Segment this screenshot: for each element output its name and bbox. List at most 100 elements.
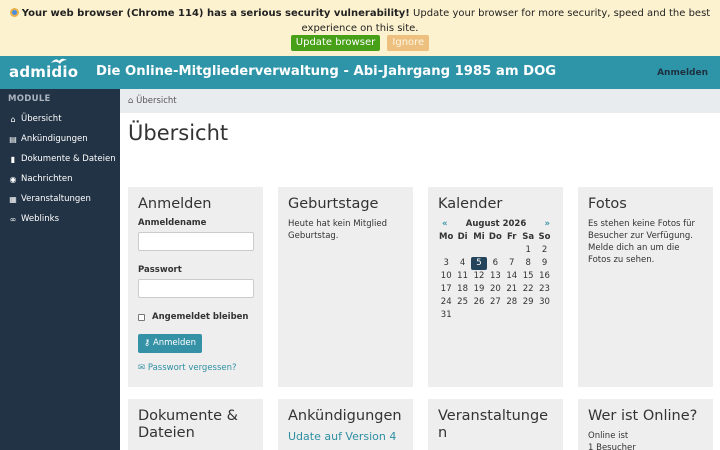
calendar-day[interactable]: 1 (520, 244, 536, 257)
calendar-day[interactable]: 19 (471, 283, 487, 296)
sidebar-item-veranstaltungen[interactable]: ▦ Veranstaltungen (0, 189, 120, 209)
breadcrumb-item[interactable]: Übersicht (136, 96, 177, 106)
sidebar-item-ankuendigungen[interactable]: ▤ Ankündigungen (0, 129, 120, 149)
calendar-day[interactable]: 21 (504, 283, 520, 296)
comments-icon: ◉ (9, 174, 17, 184)
online-line-2: 1 Besucher (588, 443, 636, 450)
home-icon: ⌂ (10, 114, 16, 124)
calendar-day[interactable]: 14 (504, 270, 520, 283)
calendar-day[interactable]: 17 (438, 283, 454, 296)
photos-text: Es stehen keine Fotos für Besucher zur V… (588, 219, 696, 265)
forgot-password-link[interactable]: ✉ Passwort vergessen? (138, 363, 253, 373)
documents-card: Dokumente & Dateien (128, 399, 263, 450)
calendar-day[interactable]: 30 (536, 296, 552, 309)
weekday-label: Di (457, 232, 468, 242)
calendar-day[interactable]: 23 (536, 283, 552, 296)
sidebar-item-label: Weblinks (21, 214, 59, 224)
next-month-button[interactable]: » (544, 218, 550, 231)
birthday-card-title: Geburtstage (288, 196, 379, 212)
birthday-card: Geburtstage Heute hat kein Mitglied Gebu… (278, 187, 413, 387)
sidebar-item-dokumente[interactable]: ▮ Dokumente & Dateien (0, 149, 120, 169)
weekday-label: Do (488, 232, 502, 242)
calendar-week-row: 17 18 19 20 21 22 23 (438, 283, 554, 296)
calendar-day[interactable]: 8 (520, 257, 536, 270)
calendar-day[interactable]: 15 (520, 270, 536, 283)
weekday-label: Mi (473, 232, 485, 242)
calendar-day[interactable]: 2 (536, 244, 552, 257)
remember-label: Angemeldet bleiben (152, 312, 249, 322)
calendar-day[interactable]: 27 (487, 296, 503, 309)
online-card-title: Wer ist Online? (588, 408, 698, 424)
calendar-day[interactable]: 22 (520, 283, 536, 296)
calendar-day[interactable]: 10 (438, 270, 454, 283)
calendar-week-row: 24 25 26 27 28 29 30 (438, 296, 554, 309)
username-input[interactable] (138, 232, 254, 251)
calendar-day[interactable]: 24 (438, 296, 454, 309)
sidebar-item-label: Ankündigungen (21, 134, 88, 144)
calendar-day[interactable]: 25 (454, 296, 470, 309)
announcement-link[interactable]: Udate auf Version 4 (288, 430, 396, 443)
sidebar-item-label: Nachrichten (21, 174, 73, 184)
browser-update-banner: Your web browser (Chrome 114) has a seri… (0, 0, 720, 56)
site-header: admidio Die Online-Mitgliederverwaltung … (0, 56, 720, 89)
site-title: Die Online-Mitgliederverwaltung - Abi-Ja… (96, 64, 557, 79)
ignore-button[interactable]: Ignore (387, 35, 430, 51)
weekday-label: So (538, 232, 551, 242)
prev-month-button[interactable]: « (442, 218, 448, 231)
login-card-title: Anmelden (138, 196, 212, 212)
calendar-day[interactable]: 9 (536, 257, 552, 270)
calendar-empty-cell (438, 244, 454, 257)
calendar-day[interactable]: 12 (471, 270, 487, 283)
calendar-day[interactable]: 29 (520, 296, 536, 309)
sidebar-item-label: Dokumente & Dateien (21, 154, 116, 164)
sidebar-item-weblinks[interactable]: ∞ Weblinks (0, 209, 120, 229)
calendar-day[interactable]: 28 (504, 296, 520, 309)
page-title: Übersicht (128, 121, 229, 145)
calendar-day[interactable]: 6 (487, 257, 503, 270)
file-icon: ▮ (10, 154, 16, 164)
header-login-link[interactable]: Anmelden (657, 68, 708, 78)
sidebar-item-nachrichten[interactable]: ◉ Nachrichten (0, 169, 120, 189)
username-label: Anmeldename (138, 218, 207, 228)
calendar-day[interactable]: 13 (487, 270, 503, 283)
calendar-empty-cell (454, 244, 470, 257)
photos-card: Fotos Es stehen keine Fotos für Besucher… (578, 187, 713, 387)
newspaper-icon: ▤ (9, 134, 17, 144)
calendar-empty-cell (454, 309, 470, 322)
home-icon[interactable]: ⌂ (128, 96, 133, 106)
documents-card-title: Dokumente & Dateien (138, 408, 238, 441)
remember-checkbox[interactable] (138, 313, 145, 321)
login-button-label: Anmelden (152, 338, 197, 348)
logo-text: admidio (9, 63, 79, 81)
sidebar-section-title: MODULE (8, 94, 51, 104)
login-card: Anmelden Anmeldename Passwort Angemeldet… (128, 187, 263, 387)
announcements-card: Ankündigungen Udate auf Version 4 (278, 399, 413, 450)
update-browser-button[interactable]: Update browser (290, 35, 381, 51)
events-card: Veranstaltungen (428, 399, 563, 450)
link-icon: ∞ (9, 214, 17, 224)
calendar-day[interactable]: 3 (438, 257, 454, 270)
sidebar-item-label: Veranstaltungen (21, 194, 91, 204)
sidebar-item-uebersicht[interactable]: ⌂ Übersicht (0, 109, 120, 129)
calendar-day[interactable]: 26 (471, 296, 487, 309)
calendar-day[interactable]: 4 (454, 257, 470, 270)
calendar-day[interactable]: 7 (504, 257, 520, 270)
admidio-logo[interactable]: admidio (9, 58, 79, 81)
weekday-label: Fr (507, 232, 517, 242)
calendar-day[interactable]: 18 (454, 283, 470, 296)
browser-icon (9, 8, 19, 17)
calendar-day-today[interactable]: 5 (470, 257, 488, 270)
sidebar: MODULE ⌂ Übersicht ▤ Ankündigungen ▮ Dokume… (0, 89, 120, 450)
weekday-label: Sa (522, 232, 535, 242)
calendar-day[interactable]: 20 (487, 283, 503, 296)
online-card: Wer ist Online? Online ist 1 Besucher (578, 399, 713, 450)
calendar-widget: « August 2026 » Mo Di Mi Do Fr Sa So 123456789… (438, 218, 554, 322)
bird-icon (51, 58, 67, 64)
calendar-day[interactable]: 16 (536, 270, 552, 283)
calendar-empty-cell (536, 309, 552, 322)
calendar-empty-cell (471, 309, 487, 322)
login-button[interactable]: ⚷ Anmelden (138, 334, 203, 353)
calendar-day[interactable]: 11 (454, 270, 470, 283)
password-input[interactable] (138, 279, 254, 298)
calendar-day[interactable]: 31 (438, 309, 454, 322)
